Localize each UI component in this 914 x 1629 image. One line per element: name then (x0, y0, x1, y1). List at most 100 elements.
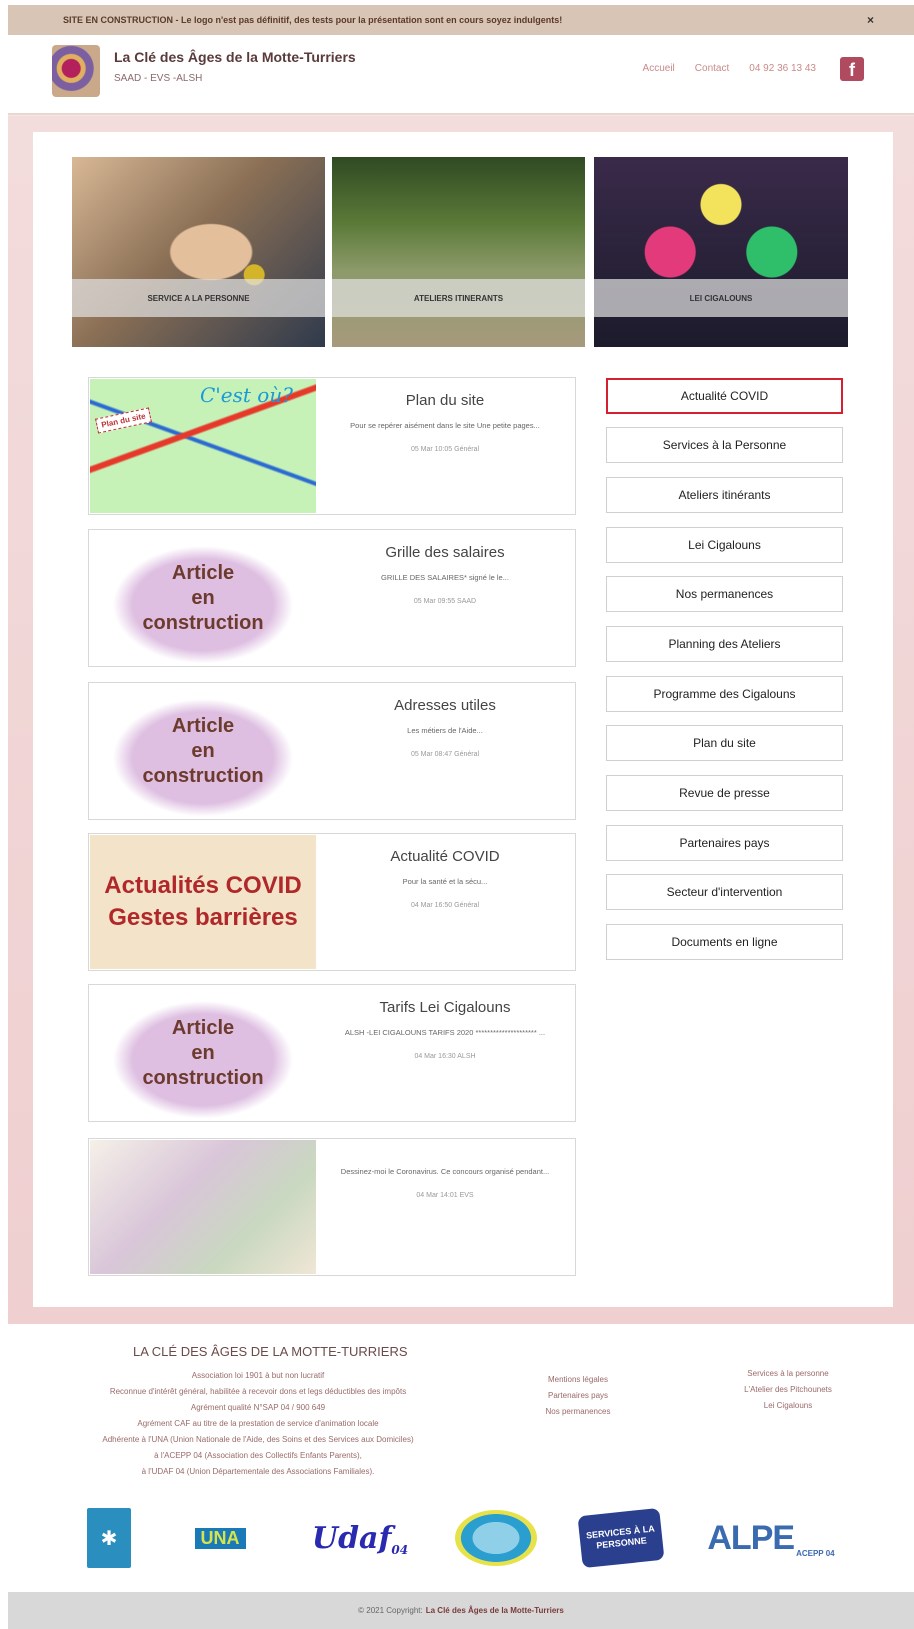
footer-link-atelier[interactable]: L'Atelier des Pitchounets (708, 1382, 868, 1398)
snowflake-icon: ✱ (100, 1527, 118, 1550)
sidebar-item-nos-permanences[interactable]: Nos permanences (606, 576, 843, 612)
partner-logo-udaf[interactable]: Udaf 04 (305, 1508, 415, 1568)
partner-logo-acepp[interactable] (455, 1510, 537, 1566)
sidebar-item-lei-cigalouns[interactable]: Lei Cigalouns (606, 527, 843, 563)
article-thumbnail[interactable]: Article en construction (90, 684, 316, 818)
hero-service-personne[interactable]: SERVICE A LA PERSONNE (72, 157, 325, 347)
nav-phone[interactable]: 04 92 36 13 43 (749, 63, 816, 74)
thumb-text: construction (142, 611, 264, 634)
article-thumbnail[interactable]: Article en construction (90, 531, 316, 665)
partner-text: ALPE (707, 1518, 795, 1557)
article-excerpt: ALSH -LEI CIGALOUNS TARIFS 2020 ********… (344, 1028, 546, 1037)
sidebar-item-programme-cigalouns[interactable]: Programme des Cigalouns (606, 676, 843, 712)
partner-text: SERVICES À LA PERSONNE (585, 1523, 656, 1551)
sidebar-item-actualite-covid[interactable]: Actualité COVID (606, 378, 843, 414)
article-thumbnail[interactable] (90, 1140, 316, 1274)
footer-link-partenaires[interactable]: Partenaires pays (508, 1388, 648, 1404)
partner-text: UNA (194, 1527, 246, 1549)
thumb-text: construction (142, 764, 264, 787)
hero-cigalouns[interactable]: LEI CIGALOUNS (594, 157, 848, 347)
article-card[interactable]: Article en construction Grille des salai… (88, 529, 576, 667)
sidebar-item-revue-de-presse[interactable]: Revue de presse (606, 775, 843, 811)
article-excerpt: Pour la santé et la sécu... (402, 877, 488, 886)
site-subtitle: SAAD - EVS -ALSH (114, 73, 203, 84)
sidebar-item-plan-du-site[interactable]: Plan du site (606, 725, 843, 761)
partner-text: ACEPP 04 (796, 1549, 835, 1558)
announcement-bar: SITE EN CONSTRUCTION - Le logo n'est pas… (8, 5, 914, 35)
footer-line: Reconnue d'intérêt général, habilitée à … (109, 1387, 407, 1396)
thumb-text: Article (171, 561, 235, 584)
thumb-text: en (191, 739, 215, 762)
article-title[interactable]: Adresses utiles (325, 697, 565, 714)
article-thumbnail[interactable]: Article en construction (90, 986, 316, 1120)
close-icon[interactable]: × (867, 13, 874, 27)
announcement-text: SITE EN CONSTRUCTION - Le logo n'est pas… (63, 15, 563, 25)
article-title[interactable]: Plan du site (325, 392, 565, 409)
thumb-text: en (191, 1041, 215, 1064)
thumb-text: Article (171, 1016, 235, 1039)
article-excerpt: Dessinez-moi le Coronavirus. Ce concours… (340, 1167, 550, 1176)
hero-caption: ATELIERS ITINERANTS (332, 279, 585, 317)
article-meta: 05 Mar 09:55 SAAD (413, 598, 477, 605)
article-title[interactable]: Grille des salaires (325, 544, 565, 561)
sidebar-item-services-personne[interactable]: Services à la Personne (606, 427, 843, 463)
sidebar-item-documents-en-ligne[interactable]: Documents en ligne (606, 924, 843, 960)
site-title[interactable]: La Clé des Âges de la Motte-Turriers (114, 49, 356, 65)
footer-link-permanences[interactable]: Nos permanences (508, 1404, 648, 1420)
copyright-text: © 2021 Copyright: (358, 1606, 423, 1615)
thumb-text: Plan du site (95, 407, 152, 434)
sidebar-item-ateliers-itinerants[interactable]: Ateliers itinérants (606, 477, 843, 513)
hero-caption: SERVICE A LA PERSONNE (72, 279, 325, 317)
footer-line: à l'UDAF 04 (Union Départementale des As… (141, 1467, 375, 1476)
footer-title: LA CLÉ DES ÂGES DE LA MOTTE-TURRIERS (133, 1344, 408, 1359)
site-logo[interactable] (52, 45, 100, 97)
article-excerpt: GRILLE DES SALAIRES* signé le le... (381, 573, 509, 582)
article-card[interactable]: C'est où? Plan du site Plan du site Pour… (88, 377, 576, 515)
article-thumbnail[interactable]: Actualités COVID Gestes barrières (90, 835, 316, 969)
footer-link-services[interactable]: Services à la personne (708, 1366, 868, 1382)
article-card[interactable]: Dessinez-moi le Coronavirus. Ce concours… (88, 1138, 576, 1276)
facebook-icon[interactable]: f (840, 57, 864, 81)
partner-text: Udaf (311, 1520, 392, 1556)
thumb-text: en (191, 586, 215, 609)
sidebar-item-secteur-intervention[interactable]: Secteur d'intervention (606, 874, 843, 910)
thumb-text: Gestes barrières (108, 904, 298, 931)
hero-caption: LEI CIGALOUNS (594, 279, 848, 317)
footer-line: Association loi 1901 à but non lucratif (191, 1371, 325, 1380)
nav-contact[interactable]: Contact (695, 63, 729, 74)
article-meta: 05 Mar 10:05 Général (410, 446, 480, 453)
article-card[interactable]: Article en construction Adresses utiles … (88, 682, 576, 820)
sidebar-item-planning-ateliers[interactable]: Planning des Ateliers (606, 626, 843, 662)
footer-description: Association loi 1901 à but non lucratif … (48, 1368, 468, 1480)
footer-link-cigalouns[interactable]: Lei Cigalouns (708, 1398, 868, 1414)
article-card[interactable]: Actualités COVID Gestes barrières Actual… (88, 833, 576, 971)
nav-accueil[interactable]: Accueil (643, 63, 675, 74)
sidebar-item-partenaires-pays[interactable]: Partenaires pays (606, 825, 843, 861)
footer-links-col: Mentions légales Partenaires pays Nos pe… (508, 1372, 648, 1420)
article-meta: 05 Mar 08:47 Général (410, 751, 480, 758)
site-header: La Clé des Âges de la Motte-Turriers SAA… (8, 35, 914, 115)
footer-links-col: Services à la personne L'Atelier des Pit… (708, 1366, 868, 1414)
article-card[interactable]: Article en construction Tarifs Lei Cigal… (88, 984, 576, 1122)
thumb-text: Actualités COVID (104, 872, 302, 899)
article-meta: 04 Mar 14:01 EVS (416, 1192, 474, 1199)
thumb-text: Article (171, 714, 235, 737)
top-nav: Accueil Contact 04 92 36 13 43 (643, 63, 816, 74)
footer-line: Agrément qualité N°SAP 04 / 900 649 (190, 1403, 326, 1412)
article-title[interactable]: Actualité COVID (325, 848, 565, 865)
hero-ateliers[interactable]: ATELIERS ITINERANTS (332, 157, 585, 347)
thumb-text: construction (142, 1066, 264, 1089)
partner-logo-caf[interactable]: ✱ (87, 1508, 131, 1568)
article-title[interactable]: Tarifs Lei Cigalouns (325, 999, 565, 1016)
partner-logo-alpe[interactable]: ALPE ACEPP 04 (706, 1508, 836, 1568)
footer-line: Adhérente à l'UNA (Union Nationale de l'… (102, 1435, 414, 1444)
partner-logo-una[interactable]: UNA (180, 1508, 260, 1568)
article-meta: 04 Mar 16:50 Général (410, 902, 480, 909)
footer-link-mentions[interactable]: Mentions légales (508, 1372, 648, 1388)
copyright-bar: © 2021 Copyright: La Clé des Âges de la … (8, 1592, 914, 1629)
article-excerpt: Les métiers de l'Aide... (407, 726, 483, 735)
copyright-link[interactable]: La Clé des Âges de la Motte-Turriers (426, 1606, 564, 1615)
partner-logo-services-personne[interactable]: SERVICES À LA PERSONNE (577, 1507, 665, 1569)
article-meta: 04 Mar 16:30 ALSH (414, 1053, 476, 1060)
article-thumbnail[interactable]: C'est où? Plan du site (90, 379, 316, 513)
